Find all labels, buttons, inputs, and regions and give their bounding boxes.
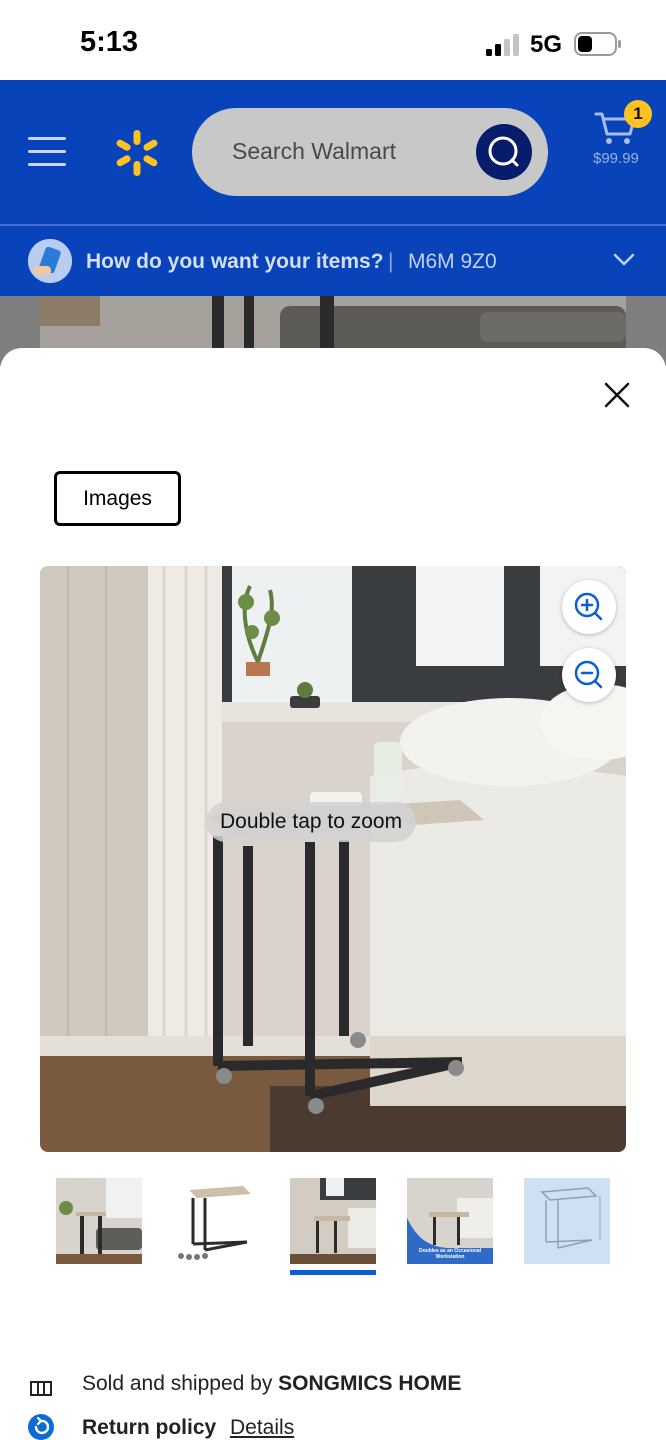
thumbnail-strip: Doubles as an Occasional Workstation (56, 1178, 616, 1278)
delivery-icon (28, 239, 72, 283)
thumbnail-2[interactable] (173, 1178, 259, 1264)
walmart-spark-logo-icon[interactable] (112, 128, 162, 178)
thumbnail-3[interactable] (290, 1178, 376, 1264)
battery-icon (574, 32, 621, 56)
thumbnail-4[interactable]: Doubles as an Occasional Workstation (407, 1178, 493, 1264)
bedroom-side-table-photo (40, 566, 626, 1152)
signal-icon (486, 34, 519, 56)
return-policy-label: Return policy (82, 1416, 217, 1439)
thumbnail-5[interactable] (524, 1178, 610, 1264)
sold-by-line: Sold and shipped by SONGMICS HOME (82, 1372, 462, 1395)
zoom-in-icon (574, 592, 603, 621)
zoom-in-button[interactable] (562, 580, 616, 634)
active-thumbnail-indicator (290, 1270, 376, 1275)
cart-count-badge: 1 (624, 100, 652, 128)
zoom-out-button[interactable] (562, 648, 616, 702)
thumbnail-4-caption: Doubles as an Occasional Workstation (419, 1248, 481, 1260)
site-header: Search Walmart 1 $99.99 (0, 80, 666, 224)
cart-total: $99.99 (593, 150, 639, 167)
chevron-down-icon (613, 253, 635, 266)
main-product-image[interactable]: Double tap to zoom (40, 566, 626, 1152)
return-policy-icon (28, 1414, 54, 1440)
page-below-modal: Sold and shipped by SONGMICS HOME Return… (0, 1372, 666, 1440)
status-bar: 5:13 5G (0, 0, 666, 80)
delivery-selector[interactable]: How do you want your items? | M6M 9Z0 (0, 224, 666, 296)
close-icon[interactable] (600, 378, 634, 412)
store-icon (30, 1381, 52, 1396)
images-tab[interactable]: Images (54, 471, 181, 526)
search-placeholder: Search Walmart (232, 138, 397, 164)
postal-code: M6M 9Z0 (408, 250, 497, 273)
zoom-hint-tooltip: Double tap to zoom (206, 802, 417, 842)
product-page: 5:13 5G Search Walmart 1 $99.99 How do y… (0, 0, 666, 1440)
delivery-question: How do you want your items? (86, 250, 384, 273)
thumbnail-1[interactable] (56, 1178, 142, 1264)
hamburger-menu-icon[interactable] (28, 136, 68, 168)
delivery-separator: | (388, 250, 394, 273)
return-policy-details-link[interactable]: Details (230, 1416, 294, 1440)
search-icon (488, 136, 519, 167)
image-viewer-modal: Images Double tap to zoom Doubles as an … (0, 348, 666, 1384)
search-button[interactable] (476, 124, 532, 180)
network-type: 5G (530, 31, 563, 58)
zoom-out-icon (574, 660, 603, 689)
cart-button[interactable]: 1 $99.99 (588, 100, 654, 180)
search-input[interactable]: Search Walmart (192, 108, 548, 196)
status-time: 5:13 (80, 26, 139, 58)
